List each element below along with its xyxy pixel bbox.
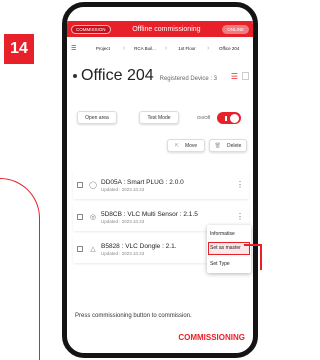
device-row[interactable]: ◯ DD05A : Smart PLUG : 2.0.0 Updated : 2… <box>73 171 249 199</box>
device-info: 5D8CB : VLC Multi Sensor : 2.1.5 Updated… <box>101 211 198 224</box>
device-checkbox[interactable] <box>77 182 83 188</box>
test-mode-button[interactable]: Test Mode <box>139 111 179 124</box>
context-menu: Informatise Set as master Set Type <box>207 225 251 273</box>
top-bar-title: Offline commissioning <box>132 25 201 33</box>
commission-message: Press commissioning button to commission… <box>75 313 192 319</box>
device-info: B5828 : VLC Dongle : 2.1. Updated : 2023… <box>101 243 177 256</box>
more-options-icon[interactable]: ⋮ <box>236 181 244 189</box>
registered-device-count: Registered Device : 3 <box>159 75 218 82</box>
delete-label: Delete <box>226 142 242 149</box>
bullet-icon <box>73 74 77 78</box>
phone-frame: COMMISSION Offline commissioning ONLINE … <box>62 2 258 358</box>
page-title: Office 204 <box>81 67 154 84</box>
move-label: Move <box>184 142 198 149</box>
commissioning-button[interactable]: COMMISSIONING <box>178 333 245 342</box>
more-options-icon[interactable]: ⋮ <box>236 213 244 221</box>
trash-icon: 🗑 <box>214 142 221 149</box>
breadcrumb-item-project[interactable]: Project <box>83 46 123 51</box>
step-number-badge: 14 <box>4 34 34 64</box>
online-pill[interactable]: ONLINE <box>222 24 249 34</box>
top-bar: COMMISSION Offline commissioning ONLINE <box>67 21 253 37</box>
device-updated: Updated : 2023.10.23 <box>101 218 145 224</box>
router-icon: ◯ <box>89 182 97 189</box>
callout-line <box>0 178 40 360</box>
breadcrumb-item-room[interactable]: Office 204 <box>209 46 249 51</box>
menu-icon[interactable]: ☰ <box>71 45 83 52</box>
toggle-knob <box>230 114 239 123</box>
toggle-on-indicator <box>225 116 227 121</box>
move-icon: ⇱ <box>174 142 179 149</box>
sensor-icon: ◎ <box>89 214 97 221</box>
dongle-icon: △ <box>90 246 96 253</box>
on-off-toggle[interactable] <box>217 112 241 124</box>
phone-screen: COMMISSION Offline commissioning ONLINE … <box>67 7 253 353</box>
device-title: 5D8CB : VLC Multi Sensor : 2.1.5 <box>101 210 198 218</box>
commission-pill[interactable]: COMMISSION <box>71 24 111 34</box>
breadcrumb: ☰ Project › RCA Buil... › 1st Floor › Of… <box>67 41 253 55</box>
on-off-label: On/Off <box>197 115 211 120</box>
open-area-button[interactable]: Open area <box>77 111 117 124</box>
breadcrumb-item-building[interactable]: RCA Buil... <box>125 46 165 51</box>
room-header: Office 204 Registered Device : 3 ☰ <box>73 65 249 87</box>
delete-button[interactable]: 🗑 Delete <box>209 139 247 152</box>
menu-item-informatise[interactable]: Informatise <box>210 231 235 237</box>
grid-view-icon[interactable] <box>242 72 249 80</box>
device-checkbox[interactable] <box>77 214 83 220</box>
device-checkbox[interactable] <box>77 246 83 252</box>
callout-line <box>260 244 262 270</box>
device-updated: Updated : 2023.10.23 <box>101 186 145 192</box>
list-view-icon[interactable]: ☰ <box>231 72 238 81</box>
device-updated: Updated : 2023.10.23 <box>101 250 145 256</box>
device-title: DD05A : Smart PLUG : 2.0.0 <box>101 178 184 186</box>
menu-item-set-type[interactable]: Set Type <box>210 261 230 267</box>
device-info: DD05A : Smart PLUG : 2.0.0 Updated : 202… <box>101 179 184 192</box>
menu-item-set-as-master[interactable]: Set as master <box>210 245 241 251</box>
move-button[interactable]: ⇱ Move <box>167 139 205 152</box>
device-title: B5828 : VLC Dongle : 2.1. <box>101 242 177 250</box>
breadcrumb-item-floor[interactable]: 1st Floor <box>167 46 207 51</box>
